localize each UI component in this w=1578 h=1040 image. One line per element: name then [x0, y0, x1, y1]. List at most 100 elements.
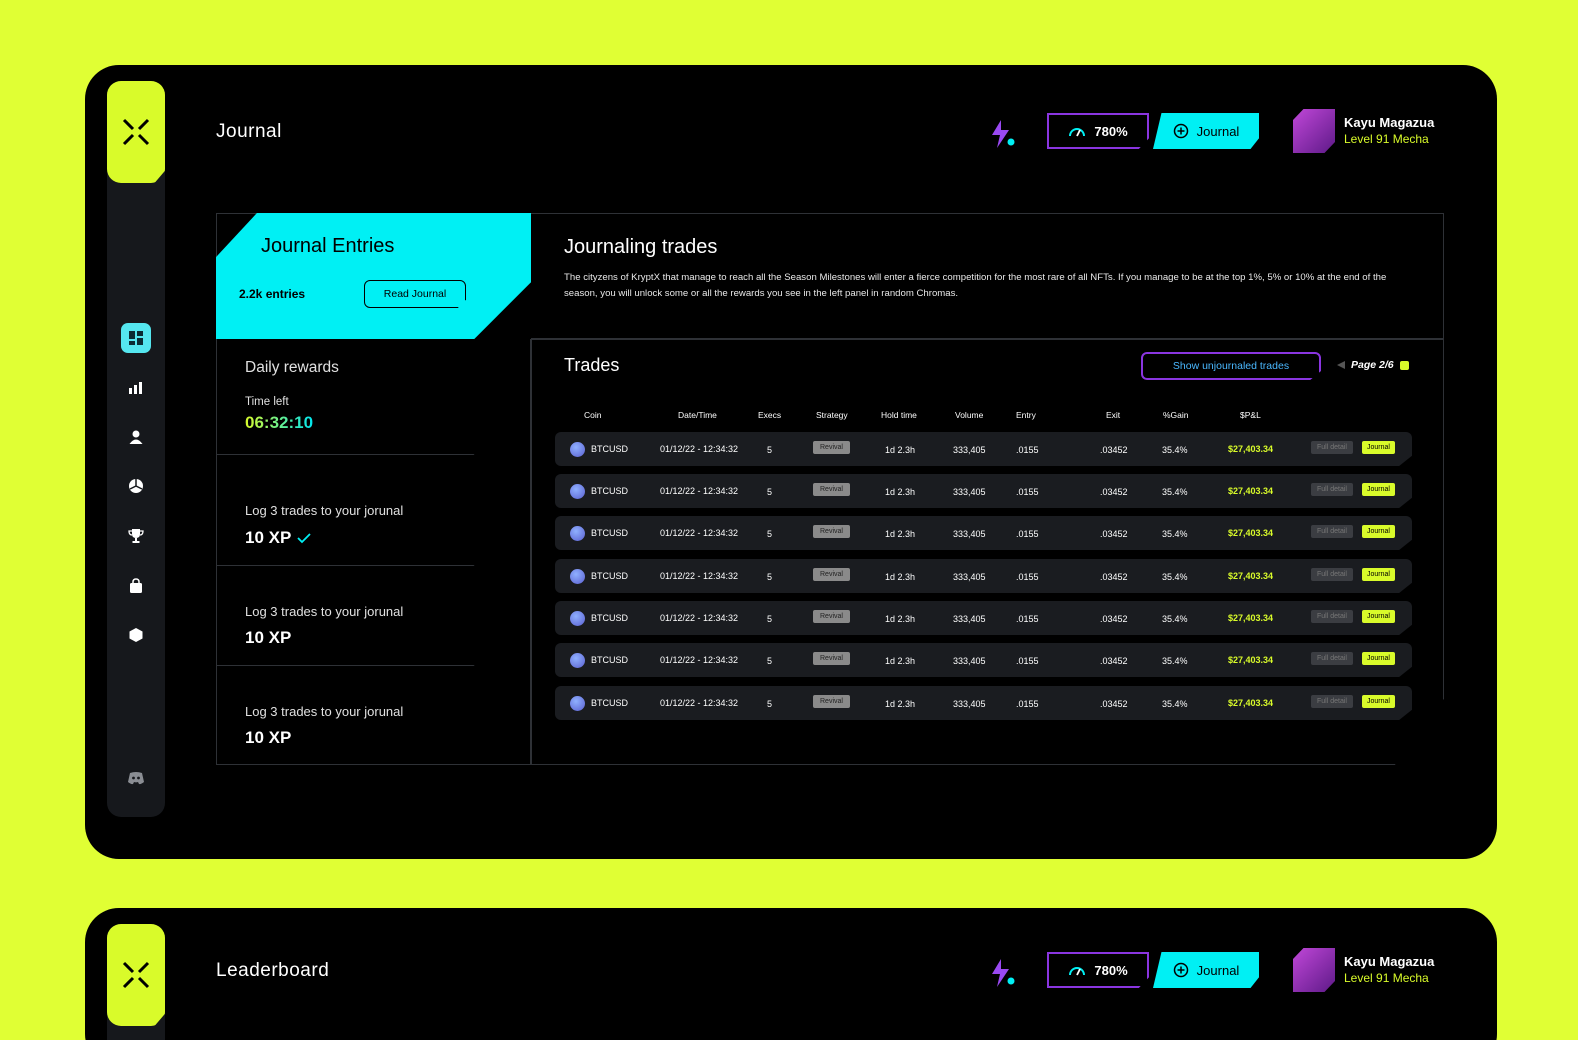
- journal-button[interactable]: Journal: [1153, 113, 1259, 149]
- coin-icon: [570, 611, 585, 626]
- row-journal-button[interactable]: Journal: [1362, 441, 1395, 454]
- table-row[interactable]: BTCUSD 01/12/22 - 12:34:32 5 Revival 1d …: [555, 686, 1412, 720]
- nav-portfolio[interactable]: [121, 471, 151, 501]
- cell-pnl: $27,403.34: [1228, 655, 1274, 665]
- x-logo-icon: [122, 961, 150, 989]
- row-journal-button[interactable]: Journal: [1362, 695, 1395, 708]
- table-row[interactable]: BTCUSD 01/12/22 - 12:34:32 5 Revival 1d …: [555, 643, 1412, 677]
- cell-exit: .03452: [1100, 445, 1128, 455]
- full-detail-button[interactable]: Full detail: [1311, 568, 1353, 581]
- user-level: Level 91 Mecha: [1344, 132, 1429, 146]
- nav-stats[interactable]: [121, 372, 151, 402]
- full-detail-button[interactable]: Full detail: [1311, 695, 1353, 708]
- nav-discord[interactable]: [121, 763, 151, 793]
- nav-dashboard[interactable]: [121, 323, 151, 353]
- cell-coin: BTCUSD: [591, 613, 629, 623]
- cell-coin: BTCUSD: [591, 655, 629, 665]
- task-xp: 10 XP: [245, 728, 292, 747]
- cell-hold: 1d 2.3h: [885, 614, 916, 624]
- cell-exit: .03452: [1100, 487, 1128, 497]
- cell-entry: .0155: [1016, 487, 1039, 497]
- logo[interactable]: [107, 81, 165, 183]
- show-unjournaled-button[interactable]: Show unjournaled trades: [1141, 352, 1321, 380]
- bolt-icon[interactable]: [988, 119, 1018, 149]
- table-row[interactable]: BTCUSD 01/12/22 - 12:34:32 5 Revival 1d …: [555, 601, 1412, 635]
- cell-volume: 333,405: [953, 487, 986, 497]
- nav-leaderboard[interactable]: [121, 521, 151, 551]
- discord-icon: [128, 772, 144, 785]
- journaling-heading: Journaling trades: [564, 236, 718, 258]
- cell-exit: .03452: [1100, 656, 1128, 666]
- col-execs: Execs: [758, 410, 782, 420]
- coin-icon: [570, 696, 585, 711]
- time-left-value: 06:32:10: [245, 413, 314, 432]
- coin-icon: [570, 442, 585, 457]
- check-icon: [297, 533, 311, 544]
- row-journal-button[interactable]: Journal: [1362, 568, 1395, 581]
- sidebar: [107, 81, 165, 817]
- table-row[interactable]: BTCUSD 01/12/22 - 12:34:32 5 Revival 1d …: [555, 474, 1412, 508]
- full-detail-button[interactable]: Full detail: [1311, 610, 1353, 623]
- bolt-icon[interactable]: [988, 958, 1018, 988]
- cell-datetime: 01/12/22 - 12:34:32: [660, 655, 739, 665]
- cell-volume: 333,405: [953, 529, 986, 539]
- cell-strategy: Revival: [813, 695, 850, 708]
- table-row[interactable]: BTCUSD 01/12/22 - 12:34:32 5 Revival 1d …: [555, 559, 1412, 593]
- table-row[interactable]: BTCUSD 01/12/22 - 12:34:32 5 Revival 1d …: [555, 516, 1412, 550]
- hexagon-icon: [129, 628, 143, 642]
- cell-execs: 5: [767, 572, 773, 582]
- stat-value: 780%: [1094, 962, 1128, 978]
- gauge-icon: [1069, 967, 1086, 976]
- prev-page-icon[interactable]: [1337, 361, 1345, 369]
- nav-shop[interactable]: [121, 571, 151, 601]
- full-detail-button[interactable]: Full detail: [1311, 652, 1353, 665]
- cell-execs: 5: [767, 614, 773, 624]
- nav-nft[interactable]: [121, 620, 151, 650]
- row-journal-button[interactable]: Journal: [1362, 652, 1395, 665]
- trophy-icon: [128, 529, 144, 543]
- cell-strategy: Revival: [813, 525, 850, 538]
- stat-badge[interactable]: 780%: [1047, 113, 1149, 149]
- coin-icon: [570, 569, 585, 584]
- avatar[interactable]: [1293, 948, 1335, 992]
- next-page-icon[interactable]: [1399, 360, 1409, 370]
- cell-hold: 1d 2.3h: [885, 656, 916, 666]
- task-card: Log 3 trades to your jorunal 10 XP: [217, 455, 530, 566]
- journal-button[interactable]: Journal: [1153, 952, 1259, 988]
- task-xp: 10 XP: [245, 528, 292, 547]
- nav-profile[interactable]: [121, 422, 151, 452]
- cell-entry: .0155: [1016, 572, 1039, 582]
- page-title: Journal: [216, 121, 282, 142]
- cell-pnl: $27,403.34: [1228, 486, 1274, 496]
- cell-entry: .0155: [1016, 445, 1039, 455]
- logo[interactable]: [107, 924, 165, 1026]
- cell-coin: BTCUSD: [591, 698, 629, 708]
- full-detail-button[interactable]: Full detail: [1311, 525, 1353, 538]
- avatar[interactable]: [1293, 109, 1335, 153]
- cell-execs: 5: [767, 699, 773, 709]
- cell-gain: 35.4%: [1162, 699, 1188, 709]
- row-journal-button[interactable]: Journal: [1362, 483, 1395, 496]
- task-label: Log 3 trades to your jorunal: [245, 704, 404, 719]
- page-label: Page 2/6: [1351, 359, 1394, 371]
- cell-gain: 35.4%: [1162, 529, 1188, 539]
- cell-strategy: Revival: [813, 483, 850, 496]
- page-title: Leaderboard: [216, 960, 330, 981]
- full-detail-button[interactable]: Full detail: [1311, 441, 1353, 454]
- journaling-description: The cityzens of KryptX that manage to re…: [564, 272, 1387, 299]
- table-row[interactable]: BTCUSD 01/12/22 - 12:34:32 5 Revival 1d …: [555, 432, 1412, 466]
- cell-gain: 35.4%: [1162, 572, 1188, 582]
- journal-button-label: Journal: [1196, 123, 1240, 139]
- coin-icon: [570, 484, 585, 499]
- cell-exit: .03452: [1100, 529, 1128, 539]
- cell-exit: .03452: [1100, 614, 1128, 624]
- cell-datetime: 01/12/22 - 12:34:32: [660, 528, 739, 538]
- stat-badge[interactable]: 780%: [1047, 952, 1149, 988]
- row-journal-button[interactable]: Journal: [1362, 610, 1395, 623]
- full-detail-button[interactable]: Full detail: [1311, 483, 1353, 496]
- read-journal-button[interactable]: Read Journal: [364, 280, 466, 308]
- col-datetime: Date/Time: [678, 410, 717, 420]
- row-journal-button[interactable]: Journal: [1362, 525, 1395, 538]
- cell-datetime: 01/12/22 - 12:34:32: [660, 444, 739, 454]
- cell-volume: 333,405: [953, 656, 986, 666]
